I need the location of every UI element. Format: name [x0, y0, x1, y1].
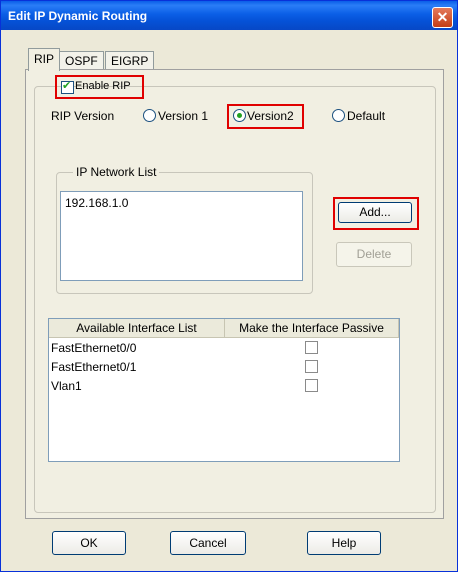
- cancel-label: Cancel: [189, 536, 227, 550]
- tab-rip[interactable]: RIP: [28, 48, 61, 71]
- network-listbox[interactable]: 192.168.1.0: [60, 191, 303, 281]
- version1-radio[interactable]: [143, 109, 156, 122]
- tab-label: OSPF: [65, 54, 98, 68]
- table-row[interactable]: Vlan1: [51, 379, 82, 393]
- window-title: Edit IP Dynamic Routing: [8, 9, 148, 23]
- enable-rip-checkbox[interactable]: [61, 79, 74, 94]
- version2-radio[interactable]: [233, 109, 246, 122]
- interface-table[interactable]: Available Interface List Make the Interf…: [48, 318, 400, 462]
- help-label: Help: [331, 536, 357, 550]
- passive-checkbox[interactable]: [305, 341, 318, 354]
- dialog-window: Edit IP Dynamic Routing ✕ RIP OSPF EIGRP…: [0, 0, 458, 572]
- delete-label: Delete: [356, 247, 392, 261]
- table-row[interactable]: FastEthernet0/1: [51, 360, 136, 374]
- list-item[interactable]: 192.168.1.0: [65, 196, 128, 210]
- network-list-legend: IP Network List: [73, 165, 160, 179]
- cancel-button[interactable]: Cancel: [170, 531, 246, 555]
- column-header[interactable]: Available Interface List: [49, 319, 225, 338]
- tab-label: RIP: [34, 52, 55, 66]
- tab-label: EIGRP: [111, 54, 149, 68]
- table-row[interactable]: FastEthernet0/0: [51, 341, 136, 355]
- title-bar[interactable]: Edit IP Dynamic Routing ✕: [1, 1, 457, 30]
- passive-checkbox[interactable]: [305, 360, 318, 373]
- ok-button[interactable]: OK: [52, 531, 126, 555]
- help-button[interactable]: Help: [307, 531, 381, 555]
- close-button[interactable]: ✕: [432, 7, 453, 28]
- version2-label: Version2: [247, 109, 294, 123]
- enable-rip-label: Enable RIP: [75, 80, 131, 92]
- version1-label: Version 1: [158, 109, 209, 123]
- passive-checkbox[interactable]: [305, 379, 318, 392]
- default-label: Default: [347, 109, 386, 123]
- ok-label: OK: [80, 536, 98, 550]
- tab-eigrp[interactable]: EIGRP: [105, 51, 155, 70]
- tab-ospf[interactable]: OSPF: [59, 51, 104, 70]
- delete-button[interactable]: Delete: [336, 242, 412, 267]
- rip-version-label: RIP Version: [51, 109, 115, 123]
- add-label: Add...: [359, 205, 391, 219]
- close-icon: ✕: [436, 9, 449, 25]
- add-button[interactable]: Add...: [338, 202, 412, 223]
- default-radio[interactable]: [332, 109, 345, 122]
- column-header[interactable]: Make the Interface Passive: [225, 319, 399, 338]
